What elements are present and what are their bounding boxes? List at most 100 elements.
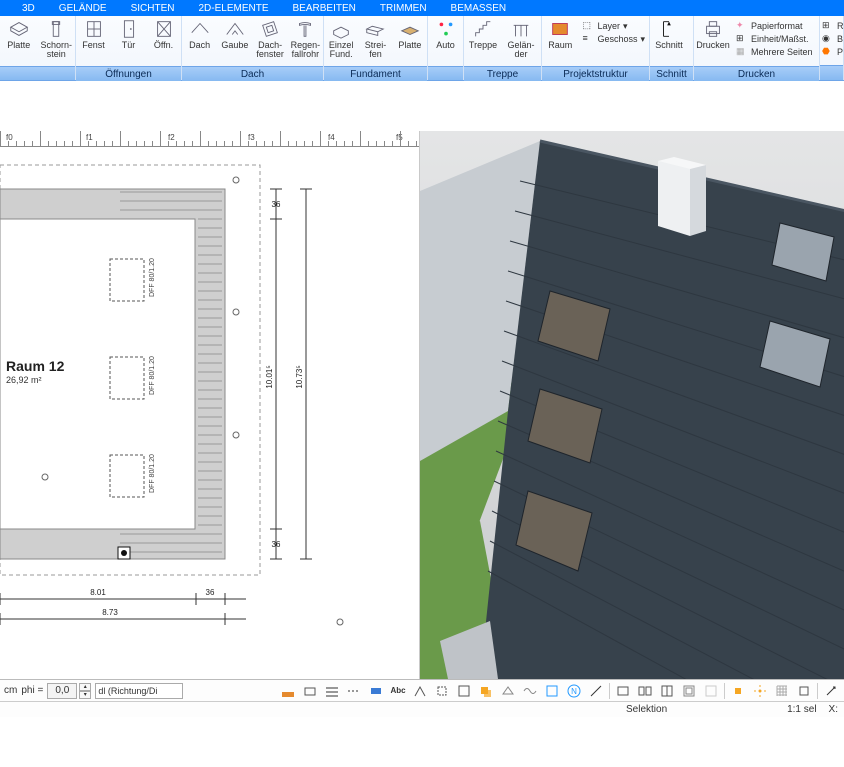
circ-icon: ◉ bbox=[822, 33, 834, 45]
svg-text:DFF 80/1.20: DFF 80/1.20 bbox=[149, 454, 156, 493]
tb-icon-20[interactable] bbox=[751, 682, 769, 700]
slab-icon bbox=[8, 18, 30, 40]
phi-value[interactable]: 0,0 bbox=[47, 683, 77, 699]
tb-icon-6[interactable] bbox=[411, 682, 429, 700]
submenu-r[interactable]: ⊞R bbox=[822, 20, 844, 32]
tool-raum[interactable]: Raum bbox=[542, 18, 578, 66]
slab-foundation-icon bbox=[399, 18, 421, 40]
tb-icon-23[interactable] bbox=[822, 682, 840, 700]
submenu-p[interactable]: ⬣P bbox=[822, 46, 844, 58]
tb-icon-5[interactable] bbox=[367, 682, 385, 700]
tool-dach[interactable]: Dach bbox=[182, 18, 217, 66]
tool-treppe[interactable]: Treppe bbox=[464, 18, 502, 66]
tab-bearbeiten[interactable]: BEARBEITEN bbox=[293, 3, 356, 14]
group-title-oeffnungen: Öffnungen bbox=[76, 66, 181, 81]
status-bar: Selektion 1:1 sel X: bbox=[0, 701, 844, 717]
tb-icon-abc[interactable]: Abc bbox=[389, 682, 407, 700]
tool-fenster[interactable]: Fenst bbox=[76, 18, 111, 66]
tool-schornstein[interactable]: Schorn- stein bbox=[38, 18, 76, 66]
tab-bemassen[interactable]: BEMASSEN bbox=[451, 3, 507, 14]
tb-icon-1[interactable] bbox=[279, 682, 297, 700]
main-menu-tabs: 3D GELÄNDE SICHTEN 2D-ELEMENTE BEARBEITE… bbox=[0, 0, 844, 16]
grid-icon: ⊞ bbox=[822, 20, 834, 32]
plan-view[interactable]: f0 f1 f2 f3 f4 f5 bbox=[0, 131, 420, 679]
tb-icon-22[interactable] bbox=[795, 682, 813, 700]
tb-icon-10[interactable] bbox=[499, 682, 517, 700]
tab-3d[interactable]: 3D bbox=[22, 3, 35, 14]
tb-icon-21[interactable] bbox=[773, 682, 791, 700]
tb-icon-n[interactable]: N bbox=[565, 682, 583, 700]
tool-gaube[interactable]: Gaube bbox=[217, 18, 252, 66]
3d-rendering bbox=[420, 131, 844, 679]
roof-icon bbox=[189, 18, 211, 40]
tool-regenfallrohr[interactable]: Regen- fallrohr bbox=[288, 18, 323, 66]
star-icon: ✦ bbox=[736, 20, 748, 32]
submenu-papierformat[interactable]: ✦Papierformat bbox=[736, 20, 813, 32]
tool-plattenfundament[interactable]: Platte bbox=[393, 18, 427, 66]
submenu-geschoss[interactable]: ≡Geschoss▾ bbox=[582, 33, 645, 45]
tb-icon-7[interactable] bbox=[433, 682, 451, 700]
svg-text:8.73: 8.73 bbox=[102, 608, 118, 617]
tab-trimmen[interactable]: TRIMMEN bbox=[380, 3, 427, 14]
tb-icon-3[interactable] bbox=[323, 682, 341, 700]
tab-gelaende[interactable]: GELÄNDE bbox=[59, 3, 107, 14]
submenu-b[interactable]: ◉B bbox=[822, 33, 844, 45]
group-title-treppe: Treppe bbox=[464, 66, 541, 81]
tb-icon-14[interactable] bbox=[614, 682, 632, 700]
stairs-icon bbox=[472, 18, 494, 40]
tool-gelaender[interactable]: Gelän- der bbox=[502, 18, 540, 66]
tb-icon-17[interactable] bbox=[680, 682, 698, 700]
submenu-layer[interactable]: ⬚Layer▾ bbox=[582, 20, 645, 32]
tb-icon-16[interactable] bbox=[658, 682, 676, 700]
svg-text:10.01⁵: 10.01⁵ bbox=[265, 365, 274, 388]
tb-icon-9[interactable] bbox=[477, 682, 495, 700]
svg-text:36: 36 bbox=[206, 588, 215, 597]
group-title-projektstruktur: Projektstruktur bbox=[542, 66, 649, 81]
tool-einzelfundament[interactable]: Einzel Fund. bbox=[324, 18, 358, 66]
tool-platte[interactable]: Platte bbox=[0, 18, 38, 66]
spin-up[interactable]: ▴ bbox=[79, 683, 91, 691]
tab-2d-elemente[interactable]: 2D-ELEMENTE bbox=[199, 3, 269, 14]
gap-strip bbox=[0, 81, 844, 131]
tb-icon-18[interactable] bbox=[702, 682, 720, 700]
tool-tuer[interactable]: Tür bbox=[111, 18, 146, 66]
3d-view[interactable] bbox=[420, 131, 844, 679]
tab-sichten[interactable]: SICHTEN bbox=[131, 3, 175, 14]
group-title bbox=[428, 66, 463, 80]
tool-streifenfundament[interactable]: Strei- fen bbox=[358, 18, 392, 66]
tool-schnitt[interactable]: Schnitt bbox=[650, 18, 688, 66]
tb-icon-15[interactable] bbox=[636, 682, 654, 700]
svg-text:26,92 m²: 26,92 m² bbox=[6, 375, 42, 385]
dormer-icon bbox=[224, 18, 246, 40]
tb-icon-13[interactable] bbox=[587, 682, 605, 700]
direction-combo[interactable]: dl (Richtung/Di bbox=[95, 683, 183, 699]
tb-icon-8[interactable] bbox=[455, 682, 473, 700]
submenu-mehrere-seiten[interactable]: ▦Mehrere Seiten bbox=[736, 46, 813, 58]
tb-icon-19[interactable] bbox=[729, 682, 747, 700]
submenu-einheit[interactable]: ⊞Einheit/Maßst. bbox=[736, 33, 813, 45]
single-foundation-icon bbox=[330, 18, 352, 40]
tool-auto[interactable]: Auto bbox=[428, 18, 463, 66]
phi-spinner[interactable]: 0,0 ▴▾ bbox=[47, 683, 91, 699]
tb-icon-12[interactable] bbox=[543, 682, 561, 700]
svg-text:10.73⁵: 10.73⁵ bbox=[295, 365, 304, 388]
downpipe-icon bbox=[294, 18, 316, 40]
svg-text:DFF 80/1.20: DFF 80/1.20 bbox=[149, 356, 156, 395]
tool-dachfenster[interactable]: Dach- fenster bbox=[253, 18, 288, 66]
tool-drucken[interactable]: Drucken bbox=[694, 18, 732, 66]
storey-icon: ≡ bbox=[582, 33, 594, 45]
section-icon bbox=[658, 18, 680, 40]
ribbon: Platte Schorn- stein Fenst Tür Öffn. bbox=[0, 16, 844, 81]
pages-icon: ▦ bbox=[736, 46, 748, 58]
tool-oeffnung[interactable]: Öffn. bbox=[146, 18, 181, 66]
strip-foundation-icon bbox=[364, 18, 386, 40]
phi-label: phi = bbox=[21, 685, 43, 696]
svg-text:Raum 12: Raum 12 bbox=[6, 358, 65, 374]
tb-icon-4[interactable] bbox=[345, 682, 363, 700]
tb-icon-11[interactable] bbox=[521, 682, 539, 700]
tb-icon-2[interactable] bbox=[301, 682, 319, 700]
spin-down[interactable]: ▾ bbox=[79, 691, 91, 699]
svg-text:36: 36 bbox=[272, 200, 281, 209]
group-title-drucken: Drucken bbox=[694, 66, 819, 81]
ratio-label: 1:1 sel bbox=[787, 704, 816, 715]
